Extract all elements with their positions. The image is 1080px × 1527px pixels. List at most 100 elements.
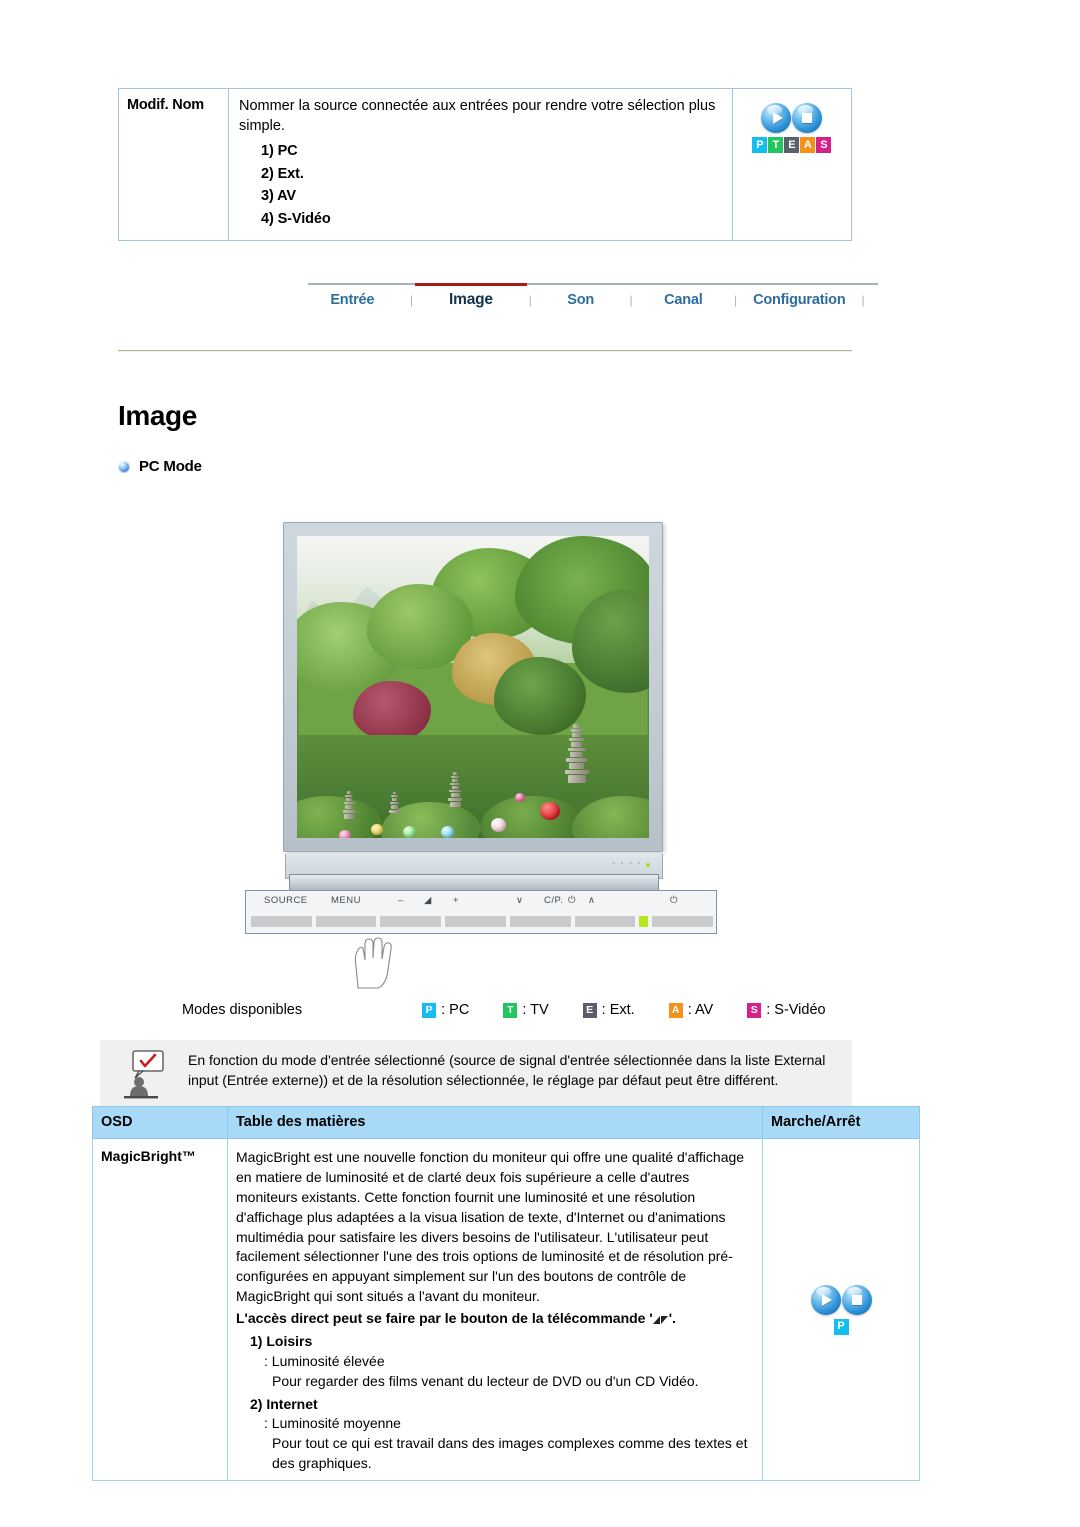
- cell-power-icons: P: [762, 1138, 920, 1481]
- play-sphere-icon: [810, 1284, 841, 1315]
- mode-pc: P : PC: [422, 1002, 469, 1018]
- tab-configuration[interactable]: Configuration: [751, 292, 848, 308]
- remote-access-suffix: '.: [668, 1310, 676, 1326]
- tab-entree[interactable]: Entrée: [308, 292, 397, 308]
- table-header-row: OSD Table des matières Marche/Arrêt: [92, 1106, 920, 1139]
- control-label-plus: +: [453, 895, 460, 906]
- control-label-source: SOURCE: [264, 895, 308, 906]
- badge-a-icon: A: [800, 137, 816, 153]
- mode-av-label: : AV: [687, 1002, 714, 1018]
- cp-power-icon: ⏻: [568, 895, 577, 906]
- mode-tv: T : TV: [503, 1002, 549, 1018]
- tab-canal[interactable]: Canal: [646, 292, 720, 308]
- table-row: MagicBright™ MagicBright est une nouvell…: [92, 1138, 920, 1481]
- menu-button[interactable]: [315, 916, 377, 927]
- stop-sphere-icon: [792, 103, 823, 133]
- option-2-detail: Pour tout ce qui est travail dans des im…: [272, 1435, 748, 1472]
- remote-access-prefix: L'accès direct peut se faire par le bout…: [236, 1310, 653, 1326]
- mode-sphere-group: [737, 103, 847, 133]
- column-header-power: Marche/Arrêt: [762, 1106, 920, 1139]
- monitor-illustration: ▫ ▫ ▫ ▫: [283, 522, 679, 892]
- nav-top-rule: [308, 283, 878, 285]
- tab-image[interactable]: Image: [427, 291, 516, 309]
- option-1-value: : Luminosité élevée: [264, 1352, 385, 1369]
- badge-t-icon: T: [503, 1002, 518, 1018]
- mode-svideo-label: : S-Vidéo: [766, 1002, 826, 1018]
- column-header-toc: Table des matières: [227, 1106, 763, 1139]
- monitor-control-panel: SOURCE MENU – ◢ + ∨ C/P. ⏻ ∧ ⏻: [245, 890, 717, 934]
- nav-active-indicator: [414, 283, 528, 286]
- note-callout: En fonction du mode d'entrée sélectionné…: [100, 1040, 852, 1112]
- note-text: En fonction du mode d'entrée sélectionné…: [188, 1052, 826, 1089]
- play-sphere-icon: [761, 103, 792, 133]
- section-nav: Entrée | Image | Son | Canal | Configura…: [308, 283, 878, 317]
- column-header-osd: OSD: [92, 1106, 228, 1139]
- stop-sphere-icon: [841, 1284, 872, 1315]
- badge-s-icon: S: [747, 1002, 762, 1018]
- available-modes-row: Modes disponibles P : PC T : TV E : Ext.…: [182, 1002, 860, 1018]
- pointing-hand-icon: [354, 937, 392, 989]
- source-button[interactable]: [251, 916, 312, 927]
- badge-e-icon: E: [784, 137, 800, 153]
- control-label-cp: C/P.: [544, 895, 564, 906]
- modif-nom-description: Nommer la source connectée aux entrées p…: [238, 98, 716, 134]
- channel-up-button[interactable]: [574, 916, 636, 927]
- bullet-dot-icon: [118, 460, 130, 473]
- osd-table: OSD Table des matières Marche/Arrêt Magi…: [92, 1106, 920, 1481]
- plus-button[interactable]: [445, 916, 506, 927]
- checkmark-person-icon: [124, 1050, 164, 1099]
- nav-separator: |: [410, 293, 414, 307]
- nav-separator: |: [528, 293, 532, 307]
- modif-nom-table: Modif. Nom Nommer la source connectée au…: [118, 88, 853, 241]
- badge-t-icon: T: [768, 137, 784, 153]
- mode-ext: E : Ext.: [582, 1002, 635, 1018]
- power-badge-group: P: [811, 1318, 872, 1335]
- badge-p-icon: P: [752, 137, 768, 153]
- badge-p-icon: P: [422, 1002, 437, 1018]
- mode-pc-label: : PC: [441, 1002, 470, 1018]
- option-2-title: 2) Internet: [250, 1395, 318, 1412]
- control-label-up: ∧: [588, 895, 596, 906]
- magicbright-paragraph: MagicBright est une nouvelle fonction du…: [236, 1149, 745, 1305]
- cell-osd-name: MagicBright™: [92, 1138, 228, 1481]
- monitor-led-icon: [646, 863, 650, 867]
- channel-down-button[interactable]: [509, 916, 571, 927]
- monitor-screen-photo: [297, 536, 649, 838]
- modif-nom-icon-cell: P T E A S: [731, 88, 853, 241]
- control-label-minus: –: [398, 895, 404, 906]
- section-heading-pc-mode: PC Mode: [118, 458, 202, 475]
- badge-a-icon: A: [668, 1002, 683, 1018]
- note-icon-wrap: [100, 1048, 188, 1102]
- control-label-row: SOURCE MENU – ◢ + ∨ C/P. ⏻ ∧ ⏻: [246, 895, 716, 909]
- table-row: Modif. Nom Nommer la source connectée au…: [118, 88, 853, 241]
- magicbright-remote-icon: [652, 1314, 669, 1324]
- badge-p-icon: P: [833, 1318, 849, 1335]
- nav-separator: |: [733, 293, 738, 307]
- cell-toc-content: MagicBright est une nouvelle fonction du…: [227, 1138, 763, 1481]
- list-item: 1) PC: [260, 143, 298, 160]
- modif-nom-body-cell: Nommer la source connectée aux entrées p…: [227, 88, 733, 241]
- list-item: 2) Ext.: [260, 165, 304, 182]
- nav-separator: |: [629, 293, 633, 307]
- power-icon: ⏻: [670, 895, 679, 906]
- control-button-row: [251, 916, 714, 927]
- modif-nom-option-list: 1) PC 2) Ext. 3) AV 4) S-Vidéo: [239, 140, 722, 230]
- option-1-title: 1) Loisirs: [250, 1332, 313, 1349]
- mode-sphere-group: [810, 1284, 872, 1315]
- nav-separator: |: [861, 293, 865, 307]
- power-led-indicator: [639, 916, 649, 927]
- pteas-badge-group: P T E A S: [737, 137, 847, 153]
- tab-son[interactable]: Son: [545, 292, 616, 308]
- mode-av: A : AV: [668, 1002, 714, 1018]
- page-title: Image: [118, 400, 197, 431]
- option-1-detail: Pour regarder des films venant du lecteu…: [272, 1372, 699, 1389]
- mode-tv-label: : TV: [522, 1002, 549, 1018]
- mode-svideo: S : S-Vidéo: [747, 1002, 826, 1018]
- modif-nom-label: Modif. Nom: [127, 97, 204, 113]
- minus-button[interactable]: [380, 916, 442, 927]
- remote-access-line: L'accès direct peut se faire par le bout…: [236, 1309, 754, 1329]
- volume-icon: ◢: [424, 895, 432, 906]
- nav-item-list: Entrée | Image | Son | Canal | Configura…: [308, 291, 878, 309]
- monitor-bezel: [283, 522, 663, 852]
- power-button[interactable]: [652, 916, 714, 927]
